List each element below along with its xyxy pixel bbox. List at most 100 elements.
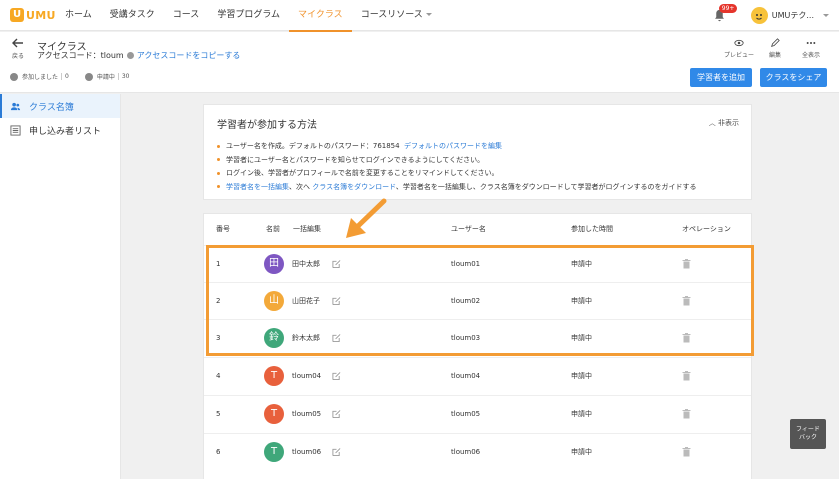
edit-name-icon[interactable] <box>332 448 341 457</box>
joined-count: 0 <box>65 73 69 80</box>
step-4: 学習者名を一括編集、次へ クラス名簿をダウンロード、学習者名を一括編集し、クラス… <box>217 181 696 195</box>
sidebar-item-applicants[interactable]: 申し込み者リスト <box>0 118 120 142</box>
row-username: tloum06 <box>451 448 481 456</box>
umu-logo[interactable]: U UMU <box>10 8 56 22</box>
trash-icon[interactable] <box>682 409 691 419</box>
row-name: tloum06 <box>292 448 322 456</box>
trash-icon[interactable] <box>682 447 691 457</box>
logo-text: UMU <box>26 8 56 22</box>
logo-mark-icon: U <box>10 8 24 22</box>
row-status: 申請中 <box>571 448 592 456</box>
row-status: 申請中 <box>571 410 592 418</box>
step-1: ユーザー名を作成。デフォルトのパスワード：761854 デフォルトのパスワードを… <box>217 140 696 154</box>
step-4-mid: 、次へ <box>289 182 310 191</box>
preview-button[interactable]: プレビュー <box>723 38 755 59</box>
feedback-button[interactable]: フィード バック <box>790 419 826 449</box>
header-actions: プレビュー 編集 全表示 <box>719 38 827 59</box>
show-all-button[interactable]: 全表示 <box>795 38 827 59</box>
feedback-label-1: フィード <box>796 426 820 433</box>
more-icon <box>806 42 816 44</box>
list-icon <box>10 124 21 136</box>
copy-access-code-link[interactable]: アクセスコードをコピーする <box>137 51 241 60</box>
row-username: tloum05 <box>451 410 481 418</box>
nav-item-course-resources[interactable]: コースリソース <box>352 0 441 31</box>
row-status: 申請中 <box>571 372 592 380</box>
step-4-tail: 、学習者名を一括編集し、クラス名簿をダウンロードして学習者がログインするのをガイ… <box>395 182 697 191</box>
top-nav: U UMU ホーム 受講タスク コース 学習プログラム マイクラス コースリソー… <box>0 0 839 32</box>
nav-item-course-resources-label: コースリソース <box>360 9 423 20</box>
table-row: 6 T tloum06 tloum06 申請中 <box>204 433 751 470</box>
download-roster-link[interactable]: クラス名簿をダウンロード <box>312 183 396 191</box>
notification-bell[interactable]: 99+ <box>713 3 738 23</box>
bulk-edit-names-link[interactable]: 学習者名を一括編集 <box>226 183 289 191</box>
share-class-button[interactable]: クラスをシェア <box>760 68 827 87</box>
row-no: 4 <box>216 372 221 380</box>
divider <box>117 73 119 80</box>
sidebar-item-class-roster[interactable]: クラス名簿 <box>0 94 120 118</box>
nav-item-home[interactable]: ホーム <box>56 0 101 31</box>
row-name: tloum05 <box>292 410 322 418</box>
trash-icon[interactable] <box>682 371 691 381</box>
avatar-face-icon <box>756 13 763 20</box>
avatar: T <box>264 442 284 462</box>
row-no: 5 <box>216 410 221 418</box>
nav-item-tasks[interactable]: 受講タスク <box>101 0 164 31</box>
step-3: ログイン後、学習者がプロフィールで名前を変更することをリマインドしてください。 <box>217 167 696 181</box>
preview-label: プレビュー <box>723 52 754 59</box>
row-name: tloum04 <box>292 372 322 380</box>
back-button[interactable]: 戻る <box>10 38 26 60</box>
row-username: tloum04 <box>451 372 481 380</box>
how-to-join-steps: ユーザー名を作成。デフォルトのパスワード：761854 デフォルトのパスワードを… <box>217 140 696 194</box>
avatar: T <box>264 404 284 424</box>
row-no: 6 <box>216 448 221 456</box>
class-stats: 参加しました 0 申請中 30 <box>10 72 130 81</box>
annotation-arrow-icon <box>346 198 387 238</box>
divider <box>61 73 63 80</box>
chevron-down-icon <box>425 12 432 16</box>
how-to-join-panel: 学習者が参加する方法 ︿ 非表示 ユーザー名を作成。デフォルトのパスワード：76… <box>203 104 752 200</box>
hide-toggle[interactable]: ︿ 非表示 <box>709 118 739 128</box>
edit-button[interactable]: 編集 <box>759 38 791 59</box>
step-1-text: ユーザー名を作成。デフォルトのパスワード：761854 <box>226 142 400 150</box>
hide-label: 非表示 <box>718 119 739 127</box>
header-name: 名前 <box>266 225 280 233</box>
check-circle-icon <box>10 72 18 81</box>
nav-item-courses[interactable]: コース <box>164 0 209 31</box>
header-joined-time: 参加した時間 <box>571 225 613 233</box>
edit-name-icon[interactable] <box>332 410 341 419</box>
clock-icon <box>84 72 93 81</box>
add-learner-button[interactable]: 学習者を追加 <box>690 68 752 87</box>
header-operation: オペレーション <box>682 225 731 233</box>
chevron-up-icon: ︿ <box>708 119 718 127</box>
how-to-join-title: 学習者が参加する方法 <box>217 120 317 131</box>
arrow-left-icon <box>12 38 23 48</box>
user-name[interactable]: UMUテク... <box>772 10 814 21</box>
feedback-label-2: バック <box>798 434 817 441</box>
edit-label: 編集 <box>768 52 781 59</box>
pending-count: 30 <box>121 73 130 80</box>
sidebar-item-label: クラス名簿 <box>29 102 74 113</box>
edit-icon <box>771 38 780 47</box>
step-2: 学習者にユーザー名とパスワードを知らせてログインできるようにしてください。 <box>217 154 696 168</box>
access-code-value: tloum <box>100 51 124 60</box>
header-username: ユーザー名 <box>451 225 486 233</box>
show-all-label: 全表示 <box>801 52 820 59</box>
nav-item-programs[interactable]: 学習プログラム <box>208 0 289 31</box>
edit-default-password-link[interactable]: デフォルトのパスワードを編集 <box>404 142 502 150</box>
sidebar: クラス名簿 申し込み者リスト <box>0 94 121 479</box>
back-label: 戻る <box>11 53 24 60</box>
user-menu-chevron-icon[interactable] <box>823 14 829 17</box>
info-icon[interactable] <box>126 52 134 59</box>
avatar: T <box>264 366 284 386</box>
edit-name-icon[interactable] <box>332 372 341 381</box>
sidebar-item-label: 申し込み者リスト <box>29 126 102 137</box>
table-row: 4 T tloum04 tloum04 申請中 <box>204 357 751 394</box>
user-avatar[interactable] <box>750 7 768 24</box>
header-no: 番号 <box>216 225 230 233</box>
joined-label: 参加しました <box>22 74 59 81</box>
bulk-edit-link[interactable]: 一括編集 <box>293 224 321 234</box>
people-icon <box>10 102 21 110</box>
nav-item-my-class[interactable]: マイクラス <box>289 0 352 32</box>
access-code-label: アクセスコード： <box>37 51 101 60</box>
pending-label: 申請中 <box>96 74 115 81</box>
